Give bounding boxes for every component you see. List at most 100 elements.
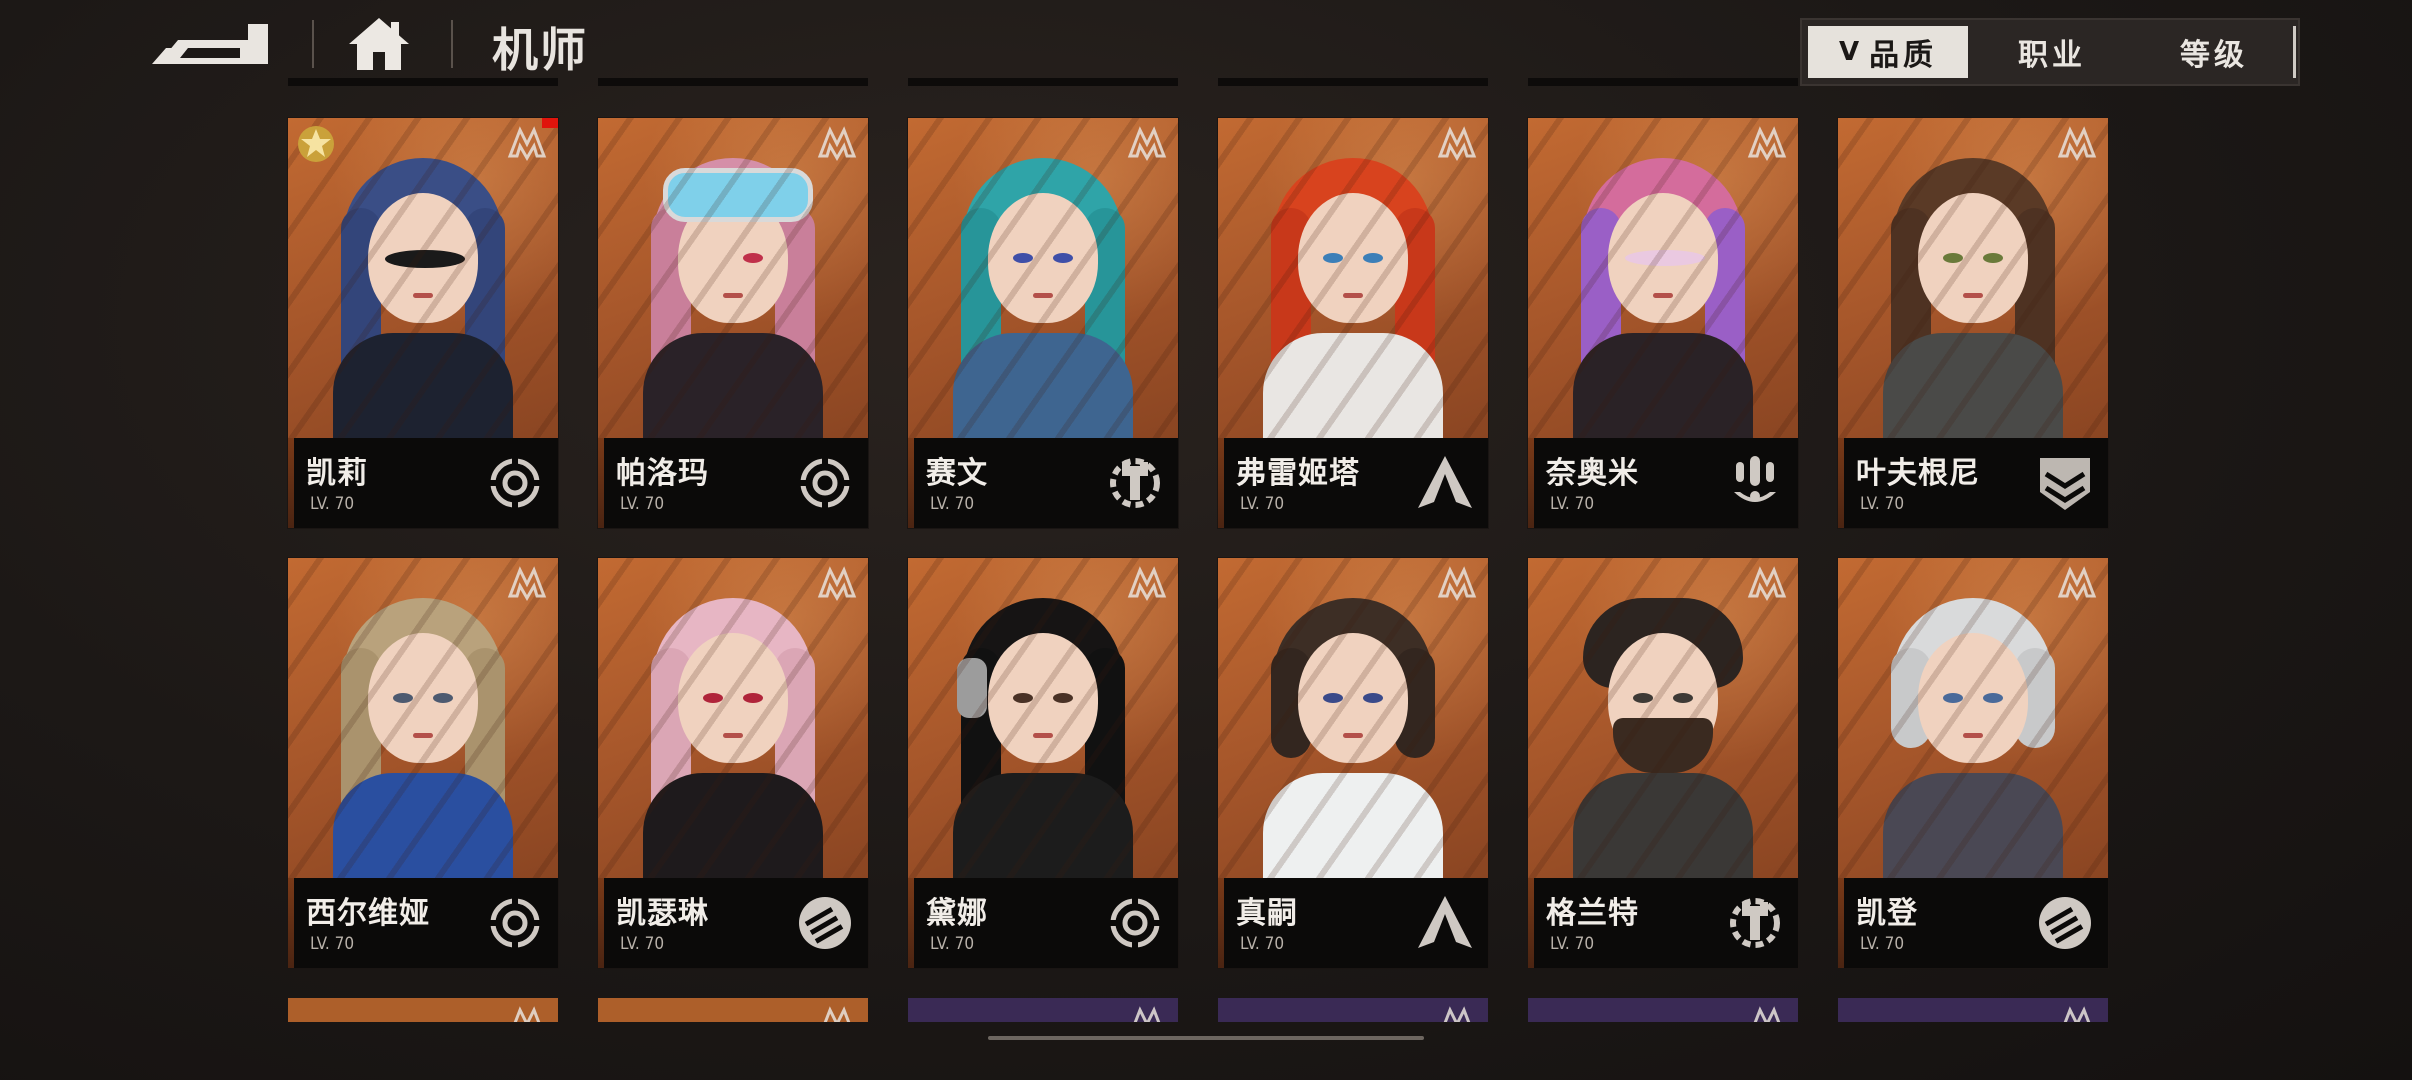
pilot-info: 帕洛玛 LV. 70 — [598, 438, 868, 528]
outfit — [1573, 333, 1753, 453]
pilot-name: 真嗣 — [1236, 896, 1298, 931]
eye — [1013, 693, 1033, 703]
sort-tab-class[interactable]: 职业 — [1972, 26, 2132, 78]
pilot-info: 赛文 LV. 70 — [908, 438, 1178, 528]
home-icon — [349, 18, 409, 70]
hair — [343, 158, 503, 298]
hair — [775, 208, 815, 398]
pilot-name: 凯登 — [1856, 896, 1918, 931]
pilot-card[interactable]: 格兰特 LV. 70 — [1528, 558, 1798, 968]
pilot-card-partial[interactable] — [1528, 998, 1798, 1022]
hair — [1395, 208, 1435, 398]
outfit — [1883, 773, 2063, 893]
eye — [1363, 693, 1383, 703]
hair — [343, 598, 503, 738]
card-edge — [908, 78, 1178, 86]
outfit — [643, 773, 823, 893]
pilot-name: 帕洛玛 — [616, 456, 709, 491]
hair — [2015, 208, 2055, 398]
outfit — [643, 333, 823, 453]
pilot-card[interactable]: 奈奥米 LV. 70 — [1528, 118, 1798, 528]
eye — [1673, 693, 1693, 703]
face — [1608, 193, 1718, 323]
beard — [1613, 718, 1713, 773]
pilot-card[interactable]: 凯登 LV. 70 — [1838, 558, 2108, 968]
pilot-card-partial[interactable] — [908, 998, 1178, 1022]
pilot-info: 凯莉 LV. 70 — [288, 438, 558, 528]
outfit — [953, 773, 1133, 893]
home-button[interactable] — [345, 14, 413, 74]
pilot-portrait — [1528, 118, 1798, 453]
hair — [1583, 598, 1743, 688]
shield-chevron-icon — [2034, 452, 2096, 514]
outfit — [1263, 333, 1443, 453]
pilot-card[interactable]: 凯瑟琳 LV. 70 — [598, 558, 868, 968]
star-badge-icon — [298, 126, 334, 162]
pilot-card[interactable]: 帕洛玛 LV. 70 — [598, 118, 868, 528]
sort-tab-label: 等级 — [2180, 38, 2248, 73]
face — [988, 193, 1098, 323]
pilot-info: 西尔维娅 LV. 70 — [288, 878, 558, 968]
hair — [961, 648, 1001, 838]
hair — [653, 598, 813, 738]
eye — [1983, 693, 2003, 703]
mouth — [723, 733, 743, 738]
pilot-card[interactable]: 叶夫根尼 LV. 70 — [1838, 118, 2108, 528]
faction-emblem-icon — [1748, 128, 1786, 160]
pilot-card[interactable]: 真嗣 LV. 70 — [1218, 558, 1488, 968]
hair — [1273, 598, 1433, 738]
hair — [1581, 208, 1621, 398]
target-icon — [794, 452, 856, 514]
fist-icon — [2039, 897, 2091, 949]
pilot-card-partial[interactable] — [288, 998, 558, 1022]
pilot-card[interactable]: 弗雷姬塔 LV. 70 — [1218, 118, 1488, 528]
pilot-card-partial[interactable] — [598, 998, 868, 1022]
pilot-name: 赛文 — [926, 456, 988, 491]
hair — [465, 648, 505, 838]
pilot-card-partial[interactable] — [1218, 998, 1488, 1022]
pilot-name: 叶夫根尼 — [1856, 456, 1980, 491]
pilot-portrait — [598, 118, 868, 453]
fist-icon — [799, 897, 851, 949]
mouth — [1963, 293, 1983, 298]
home-indicator-bar[interactable] — [988, 1036, 1424, 1040]
portrait-figure — [1253, 158, 1453, 453]
sort-tab-level[interactable]: 等级 — [2134, 26, 2294, 78]
back-button[interactable] — [148, 18, 276, 70]
pilot-card[interactable]: 凯莉 LV. 70 — [288, 118, 558, 528]
face — [1298, 193, 1408, 323]
pilot-card[interactable]: 黛娜 LV. 70 — [908, 558, 1178, 968]
portrait-figure — [943, 598, 1143, 893]
eye — [743, 693, 763, 703]
faction-emblem-icon — [1438, 128, 1476, 160]
pilot-portrait — [1218, 558, 1488, 893]
faction-emblem-icon — [1438, 1008, 1476, 1022]
pilot-level: LV. 70 — [310, 934, 355, 954]
pilot-info: 凯登 LV. 70 — [1838, 878, 2108, 968]
faction-emblem-icon — [818, 1008, 856, 1022]
eye — [1943, 693, 1963, 703]
sort-tabs: V 品质 职业 等级 — [1800, 18, 2300, 86]
faction-emblem-icon — [1438, 568, 1476, 600]
hair — [961, 208, 1001, 398]
faction-emblem-icon — [1128, 1008, 1166, 1022]
hair — [1085, 208, 1125, 398]
eye — [1053, 693, 1073, 703]
pilot-card-partial[interactable] — [1838, 998, 2108, 1022]
pilot-info: 叶夫根尼 LV. 70 — [1838, 438, 2108, 528]
eye — [703, 693, 723, 703]
faction-emblem-icon — [1128, 568, 1166, 600]
portrait-figure — [1873, 598, 2073, 893]
pilot-info: 奈奥米 LV. 70 — [1528, 438, 1798, 528]
pilot-card[interactable]: 赛文 LV. 70 — [908, 118, 1178, 528]
mouth — [1033, 293, 1053, 298]
mouth — [1343, 293, 1363, 298]
hair — [341, 208, 381, 398]
previous-row-edge — [0, 78, 2412, 86]
hair — [963, 158, 1123, 298]
missile-icon — [1734, 456, 1776, 502]
glasses — [1625, 250, 1705, 266]
pilot-card[interactable]: 西尔维娅 LV. 70 — [288, 558, 558, 968]
sort-tab-quality[interactable]: V 品质 — [1808, 26, 1968, 78]
glasses — [385, 250, 465, 268]
